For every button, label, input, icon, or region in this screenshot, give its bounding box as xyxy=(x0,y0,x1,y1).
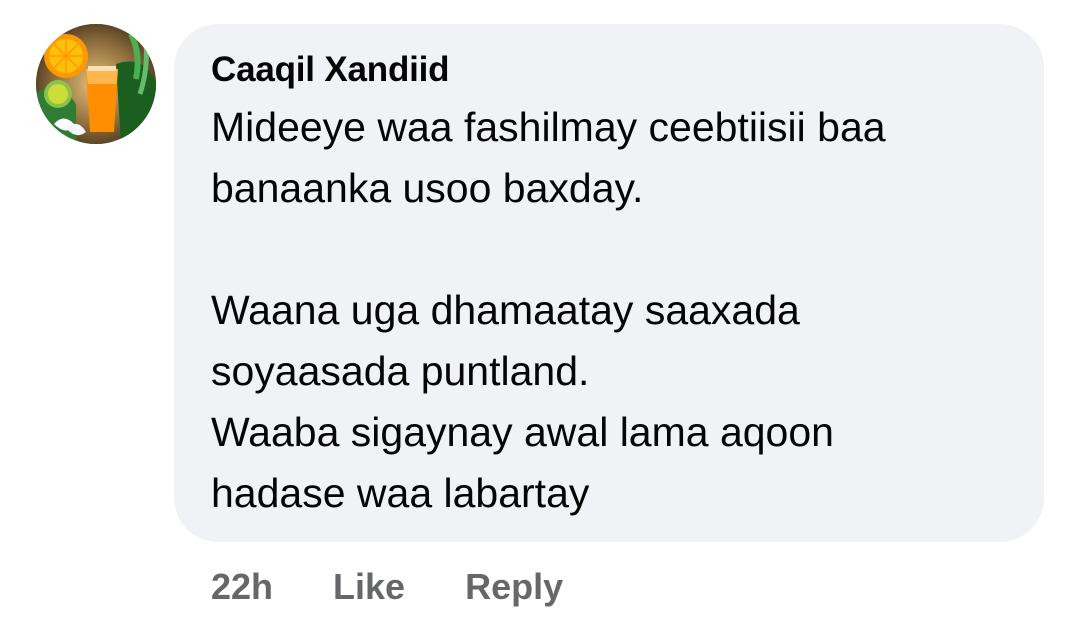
comment-line: hadase waa labartay xyxy=(211,470,590,516)
comment-line: Waana uga dhamaatay saaxada xyxy=(211,287,800,333)
comment-line-break xyxy=(211,219,1008,280)
comment-line: Mideeye waa fashilmay ceebtiisii baa xyxy=(211,104,886,150)
comment-line: banaanka usoo baxday. xyxy=(211,165,644,211)
comment-body: Mideeye waa fashilmay ceebtiisii baa ban… xyxy=(211,97,1008,524)
comment-line: soyaasada puntland. xyxy=(211,348,590,394)
reply-button[interactable]: Reply xyxy=(465,566,563,608)
comment-author[interactable]: Caaqil Xandiid xyxy=(211,48,1008,92)
comment-line: Waaba sigaynay awal lama aqoon xyxy=(211,409,834,455)
avatar[interactable] xyxy=(36,24,156,144)
comment-bubble: Caaqil Xandiid Mideeye waa fashilmay cee… xyxy=(174,24,1044,542)
comment-timestamp[interactable]: 22h xyxy=(211,566,273,608)
avatar-orange-juice-icon xyxy=(36,24,156,144)
like-button[interactable]: Like xyxy=(333,566,405,608)
comment: Caaqil Xandiid Mideeye waa fashilmay cee… xyxy=(0,0,1080,630)
comment-actions: 22h Like Reply xyxy=(211,562,563,612)
